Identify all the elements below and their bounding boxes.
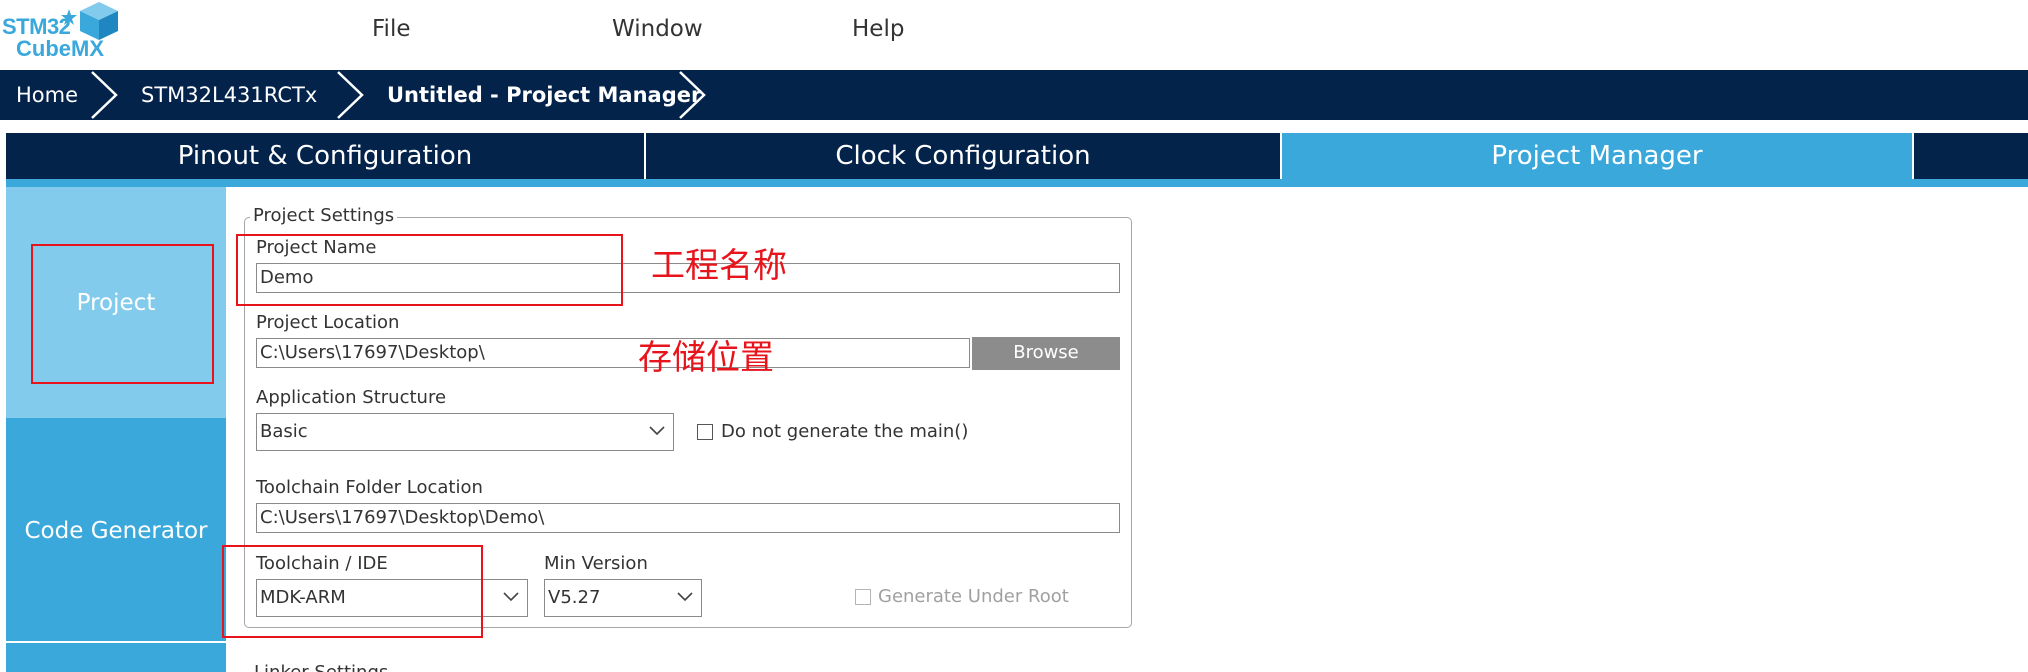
chevron-down-icon — [677, 592, 693, 602]
project-settings-title: Project Settings — [250, 205, 398, 226]
linker-settings-title: Linker Settings — [254, 662, 388, 672]
tab-pinout-configuration[interactable]: Pinout & Configuration — [6, 133, 644, 179]
min-version-select[interactable]: V5.27 — [544, 579, 702, 617]
menu-help[interactable]: Help — [852, 16, 904, 42]
sidebar-item-label: Code Generator — [24, 517, 208, 544]
breadcrumb-current: Untitled - Project Manager — [387, 83, 702, 107]
project-location-field[interactable]: C:\Users\17697\Desktop\ — [256, 338, 970, 368]
breadcrumb-chevron-icon — [91, 71, 118, 119]
do-not-generate-main-checkbox[interactable] — [697, 424, 713, 440]
breadcrumb-device[interactable]: STM32L431RCTx — [141, 70, 317, 120]
tab-clock-configuration[interactable]: Clock Configuration — [646, 133, 1280, 179]
generate-under-root-checkbox — [855, 589, 871, 605]
breadcrumb-chevron-icon — [679, 71, 706, 119]
chevron-down-icon — [503, 592, 519, 602]
tab-project-manager[interactable]: Project Manager — [1282, 133, 1912, 179]
menu-window[interactable]: Window — [612, 16, 703, 42]
annotation-box-project — [31, 244, 214, 384]
annotation-project-name: 工程名称 — [651, 246, 787, 286]
toolchain-folder-label: Toolchain Folder Location — [256, 477, 483, 498]
breadcrumb-home[interactable]: Home — [16, 70, 78, 120]
application-structure-label: Application Structure — [256, 387, 447, 408]
toolchain-folder-field: C:\Users\17697\Desktop\Demo\ — [256, 503, 1120, 533]
sidebar-item-code-generator[interactable]: Code Generator — [6, 418, 226, 643]
project-location-label: Project Location — [256, 312, 400, 333]
application-structure-value: Basic — [260, 421, 308, 442]
annotation-storage-location: 存储位置 — [638, 338, 774, 378]
breadcrumb-chevron-icon — [337, 71, 364, 119]
min-version-value: V5.27 — [548, 587, 601, 608]
annotation-box-toolchain — [222, 545, 483, 638]
sidebar-item-advanced[interactable] — [6, 643, 226, 672]
breadcrumb: Home STM32L431RCTx Untitled - Project Ma… — [0, 70, 2028, 120]
annotation-box-project-name — [236, 234, 623, 306]
menu-file[interactable]: File — [372, 16, 411, 42]
min-version-label: Min Version — [544, 553, 648, 574]
browse-button[interactable]: Browse — [972, 337, 1120, 370]
chevron-down-icon — [649, 426, 665, 436]
tab-underline — [6, 179, 2028, 187]
tab-divider — [1912, 133, 1914, 179]
application-structure-select[interactable]: Basic — [256, 413, 674, 451]
do-not-generate-main-label: Do not generate the main() — [721, 421, 969, 442]
main-tab-bar: Pinout & Configuration Clock Configurati… — [6, 133, 2028, 179]
logo-text-cubemx: CubeMX — [16, 36, 104, 61]
generate-under-root-label: Generate Under Root — [878, 586, 1069, 607]
